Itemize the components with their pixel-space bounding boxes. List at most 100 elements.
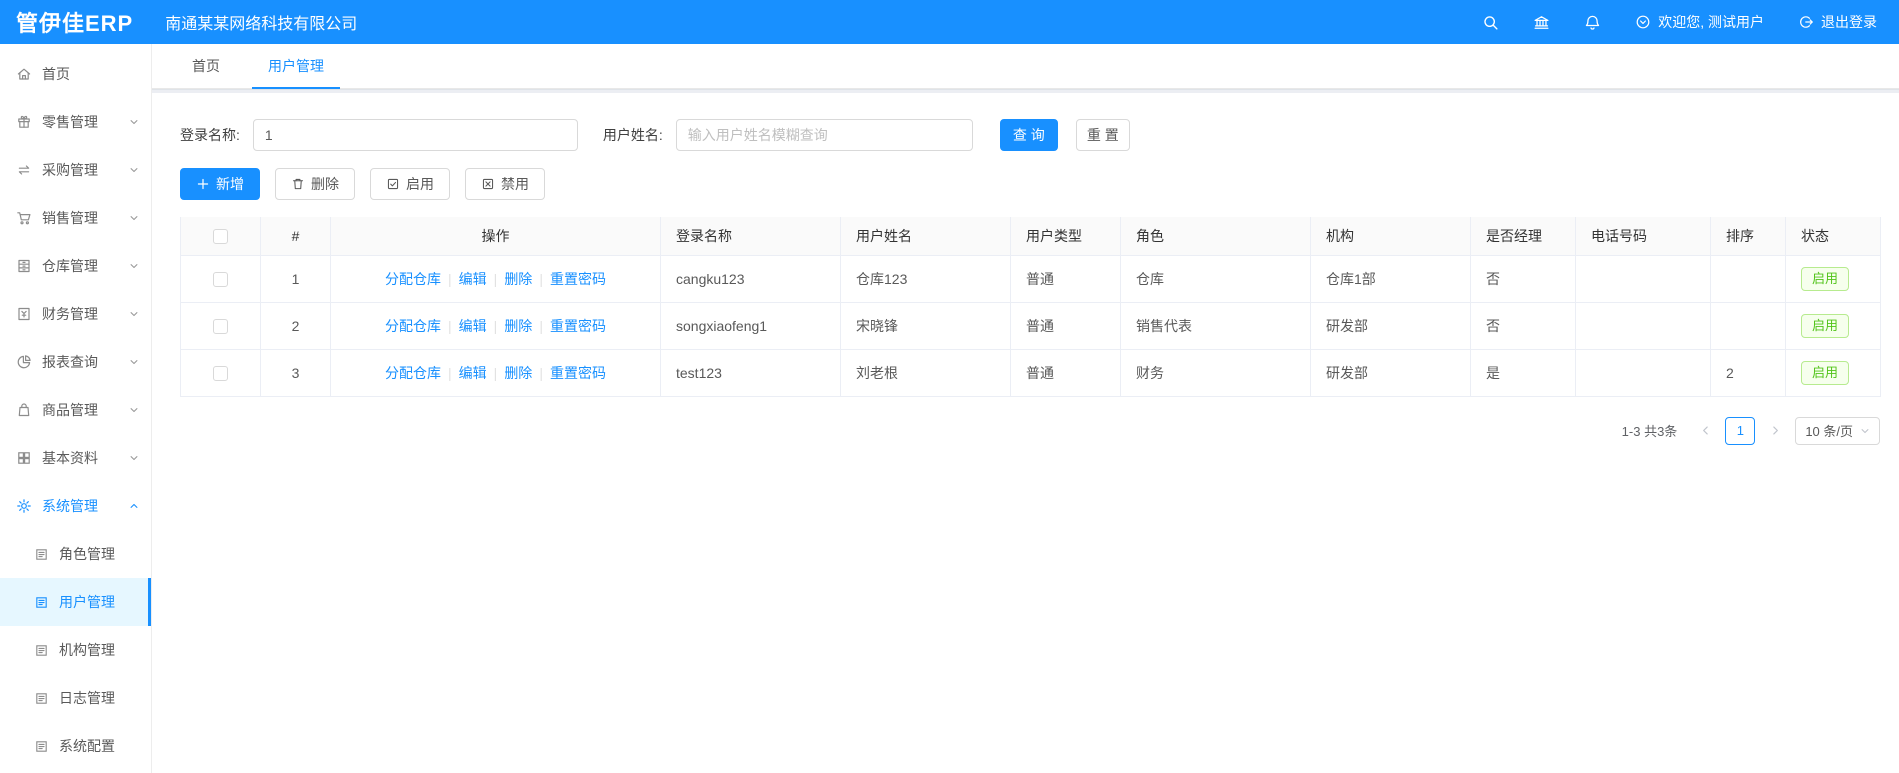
sidebar-subitem-user-management[interactable]: 用户管理 (0, 578, 151, 626)
assign-warehouse-link[interactable]: 分配仓库 (385, 318, 441, 334)
assign-warehouse-link[interactable]: 分配仓库 (385, 365, 441, 381)
link-separator: | (493, 364, 498, 381)
sidebar-item-goods[interactable]: 商品管理 (0, 386, 151, 434)
edit-link[interactable]: 编辑 (459, 365, 487, 381)
sidebar-subitem-system-config[interactable]: 系统配置 (0, 722, 151, 770)
reset-password-link[interactable]: 重置密码 (550, 271, 606, 287)
link-separator: | (539, 317, 543, 334)
row-checkbox[interactable] (213, 365, 228, 381)
col-header-status: 状态 (1785, 217, 1881, 256)
cell-role: 销售代表 (1120, 301, 1311, 350)
login-name-input[interactable] (252, 119, 578, 151)
delete-link[interactable]: 删除 (504, 271, 532, 287)
logout-button[interactable]: 退出登录 (1798, 12, 1877, 32)
delete-link[interactable]: 删除 (504, 318, 532, 334)
tab-home[interactable]: 首页 (176, 44, 236, 88)
sidebar-item-home[interactable]: 首页 (0, 50, 151, 98)
document-icon (34, 691, 49, 706)
sidebar-subitem-label: 系统配置 (59, 738, 115, 754)
sidebar-item-label: 系统管理 (42, 498, 98, 514)
delete-button[interactable]: 删除 (275, 168, 355, 200)
sidebar-item-label: 仓库管理 (42, 258, 98, 274)
document-icon (34, 595, 49, 610)
user-menu[interactable]: 欢迎您, 测试用户 (1635, 12, 1764, 32)
cell-user-type: 普通 (1010, 301, 1121, 350)
add-button[interactable]: 新增 (180, 168, 260, 200)
link-separator: | (448, 364, 452, 381)
table-row: 3 分配仓库 | 编辑 | 删除 | 重置密码 test123 刘老根 普通 财务 研发部 … (180, 348, 1881, 397)
col-header-operations: 操作 (330, 217, 661, 256)
cell-role: 财务 (1120, 348, 1311, 397)
sidebar-item-label: 采购管理 (42, 162, 98, 178)
cell-status: 启用 (1785, 254, 1881, 303)
trash-icon (292, 178, 304, 190)
sidebar-item-retail[interactable]: 零售管理 (0, 98, 151, 146)
cell-org: 研发部 (1310, 348, 1471, 397)
cell-login-name: test123 (660, 348, 841, 397)
bell-icon[interactable] (1584, 14, 1601, 31)
sidebar-item-system[interactable]: 系统管理 (0, 482, 151, 530)
filter-row: 登录名称: 用户姓名: 查 询 重 置 (180, 119, 1880, 151)
sidebar-item-warehouse[interactable]: 仓库管理 (0, 242, 151, 290)
row-index: 3 (260, 348, 331, 397)
sidebar-item-sales[interactable]: 销售管理 (0, 194, 151, 242)
reset-password-link[interactable]: 重置密码 (550, 318, 606, 334)
disable-button[interactable]: 禁用 (465, 168, 545, 200)
sidebar-item-basic-data[interactable]: 基本资料 (0, 434, 151, 482)
page-size-select[interactable]: 10 条/页 (1795, 416, 1880, 445)
edit-link[interactable]: 编辑 (459, 318, 487, 334)
cell-status: 启用 (1785, 301, 1881, 350)
user-name-label: 用户姓名: (602, 127, 663, 143)
reset-password-link[interactable]: 重置密码 (550, 365, 606, 381)
chevron-down-icon (129, 405, 139, 415)
edit-link[interactable]: 编辑 (459, 271, 487, 287)
delete-button-label: 删除 (311, 176, 339, 192)
search-icon[interactable] (1482, 14, 1499, 31)
sidebar-subitem-log-management[interactable]: 日志管理 (0, 674, 151, 722)
next-page-button[interactable] (1763, 417, 1787, 445)
chevron-right-icon (1773, 426, 1778, 435)
reset-button[interactable]: 重 置 (1075, 119, 1130, 151)
tab-label: 用户管理 (268, 58, 324, 74)
delete-link[interactable]: 删除 (504, 365, 532, 381)
row-checkbox[interactable] (213, 271, 228, 287)
bank-icon[interactable] (1533, 14, 1550, 31)
warehouse-icon (16, 258, 32, 274)
search-button[interactable]: 查 询 (999, 119, 1058, 151)
cell-sort (1710, 254, 1786, 303)
sidebar-subitem-org-management[interactable]: 机构管理 (0, 626, 151, 674)
gear-icon (16, 498, 32, 514)
topbar: 管伊佳ERP 南通某某网络科技有限公司 欢迎您, 测试用户 退出登录 (0, 0, 1899, 44)
enable-button[interactable]: 启用 (370, 168, 450, 200)
logout-icon (1798, 14, 1814, 30)
select-all-checkbox[interactable] (213, 229, 228, 245)
sidebar-item-label: 财务管理 (42, 306, 98, 322)
sidebar-item-label: 首页 (42, 66, 70, 82)
company-name: 南通某某网络科技有限公司 (165, 16, 358, 33)
row-index: 2 (260, 301, 331, 350)
col-header-role: 角色 (1120, 217, 1311, 256)
row-checkbox[interactable] (213, 318, 228, 334)
sidebar-subitem-label: 角色管理 (59, 546, 115, 562)
logout-label: 退出登录 (1821, 14, 1877, 30)
login-name-label: 登录名称: (180, 127, 240, 143)
user-circle-chevron-icon (1635, 14, 1651, 30)
link-separator: | (448, 270, 452, 287)
user-name-input[interactable] (675, 119, 973, 151)
sidebar-item-purchase[interactable]: 采购管理 (0, 146, 151, 194)
page-number-button[interactable]: 1 (1725, 416, 1756, 445)
assign-warehouse-link[interactable]: 分配仓库 (385, 271, 441, 287)
tab-user-management[interactable]: 用户管理 (252, 44, 340, 89)
tabbar: 首页 用户管理 (152, 44, 1899, 89)
sidebar-subitem-role-management[interactable]: 角色管理 (0, 530, 151, 578)
enable-button-label: 启用 (406, 176, 434, 192)
col-header-login-name: 登录名称 (660, 217, 841, 256)
sidebar-item-reports[interactable]: 报表查询 (0, 338, 151, 386)
cell-is-manager: 是 (1470, 348, 1576, 397)
chevron-down-icon (129, 309, 139, 319)
sidebar-item-finance[interactable]: 财务管理 (0, 290, 151, 338)
table-header-row: # 操作 登录名称 用户姓名 用户类型 角色 机构 是否经理 电话号码 排序 状… (180, 217, 1881, 256)
cell-user-name: 仓库123 (840, 254, 1011, 303)
prev-page-button[interactable] (1693, 417, 1717, 445)
sidebar-subitem-label: 日志管理 (59, 690, 115, 706)
